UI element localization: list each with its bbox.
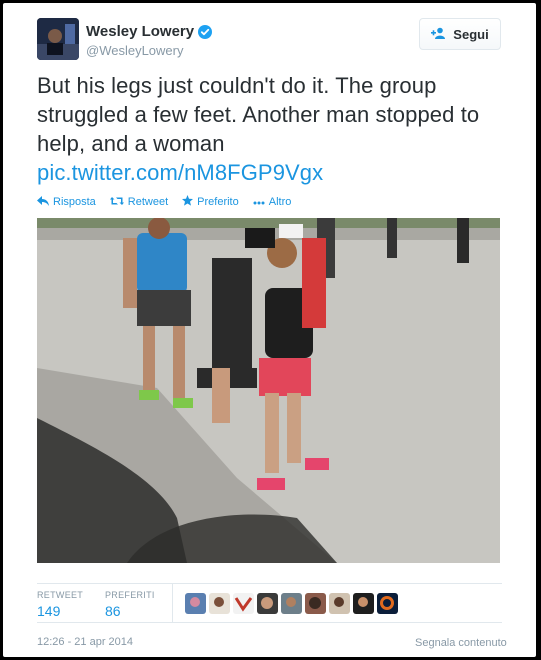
- retweet-label: Retweet: [127, 196, 169, 208]
- author-avatar[interactable]: [37, 18, 79, 60]
- add-user-icon: [431, 27, 447, 42]
- tweet-media-link[interactable]: pic.twitter.com/nM8FGP9Vgx: [37, 158, 507, 187]
- retweet-stat-label: RETWEET: [37, 590, 84, 600]
- retweet-button[interactable]: Retweet: [109, 195, 169, 209]
- favorite-label: Preferito: [197, 196, 239, 208]
- favoriter-avatar[interactable]: [377, 593, 398, 614]
- tweet-text: But his legs just couldn't do it. The gr…: [37, 71, 507, 187]
- reply-label: Risposta: [53, 196, 96, 208]
- report-link[interactable]: Segnala contenuto: [415, 637, 507, 649]
- favoriter-avatars: [185, 593, 398, 614]
- author-handle[interactable]: @WesleyLowery: [86, 43, 184, 58]
- author-name[interactable]: Wesley Lowery: [86, 23, 213, 40]
- favorite-stat-label: PREFERITI: [105, 590, 155, 600]
- ellipsis-icon: [253, 196, 265, 208]
- follow-button[interactable]: Segui: [419, 18, 501, 50]
- more-label: Altro: [268, 196, 292, 208]
- tweet-card: Wesley Lowery @WesleyLowery Segui But hi…: [3, 3, 536, 657]
- favoriter-avatar[interactable]: [305, 593, 326, 614]
- favoriter-avatar[interactable]: [353, 593, 374, 614]
- retweet-stat[interactable]: RETWEET 149: [37, 590, 83, 619]
- author-name-text[interactable]: Wesley Lowery: [86, 23, 194, 40]
- reply-icon: [37, 195, 49, 209]
- favoriter-avatar[interactable]: [233, 593, 254, 614]
- stats-divider: [172, 584, 173, 622]
- retweet-count[interactable]: 149: [37, 603, 83, 619]
- tweet-photo[interactable]: [37, 218, 500, 563]
- follow-button-label: Segui: [453, 26, 489, 42]
- favoriter-avatar[interactable]: [209, 593, 230, 614]
- reply-button[interactable]: Risposta: [37, 195, 96, 209]
- favoriter-avatar[interactable]: [281, 593, 302, 614]
- favorite-count[interactable]: 86: [105, 603, 155, 619]
- more-button[interactable]: Altro: [253, 195, 292, 209]
- favoriter-avatar[interactable]: [329, 593, 350, 614]
- tweet-stats: RETWEET 149 PREFERITI 86: [37, 583, 502, 623]
- favoriter-avatar[interactable]: [257, 593, 278, 614]
- star-icon: [182, 195, 194, 209]
- verified-badge-icon: [198, 24, 213, 39]
- tweet-body: But his legs just couldn't do it. The gr…: [37, 73, 480, 156]
- favoriter-avatar[interactable]: [185, 593, 206, 614]
- favorite-button[interactable]: Preferito: [182, 195, 239, 209]
- tweet-timestamp: 12:26 - 21 apr 2014: [37, 636, 134, 648]
- tweet-actions: Risposta Retweet Preferito Altro: [37, 195, 291, 209]
- retweet-icon: [109, 196, 124, 209]
- favorite-stat[interactable]: PREFERITI 86: [105, 590, 155, 619]
